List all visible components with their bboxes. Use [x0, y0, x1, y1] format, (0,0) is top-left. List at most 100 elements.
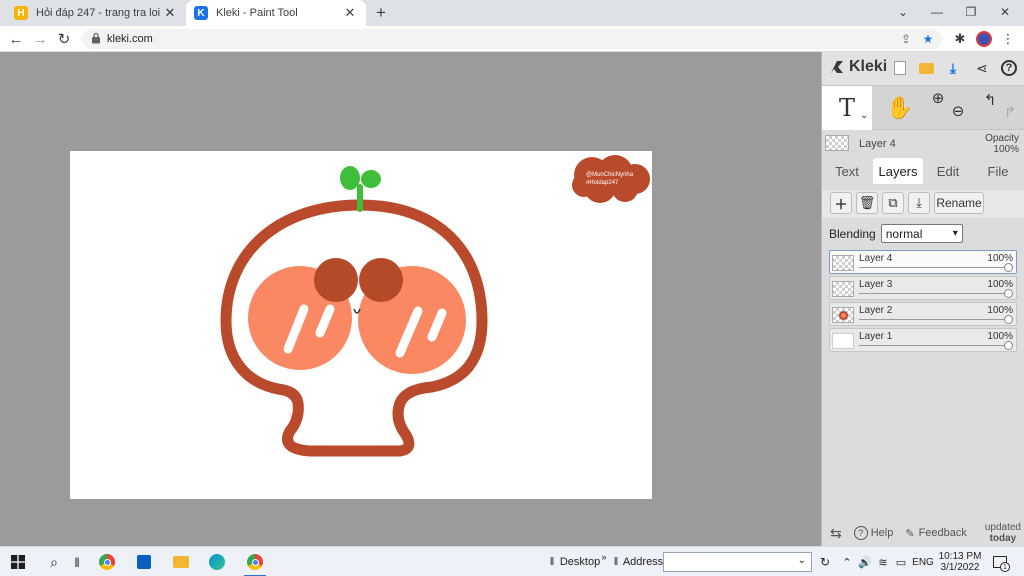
clock[interactable]: 10:13 PM 3/1/2022: [938, 550, 982, 574]
search-icon[interactable]: ⌕: [44, 552, 64, 572]
tab-file[interactable]: File: [977, 158, 1019, 184]
slider-handle[interactable]: [1004, 315, 1013, 324]
duplicate-layer-button[interactable]: ⧉: [882, 192, 904, 214]
kleki-logo[interactable]: Kleki: [828, 58, 887, 76]
layer-item-2[interactable]: Layer 2 100%: [829, 302, 1017, 326]
language-indicator[interactable]: ENG: [912, 552, 934, 572]
menu-icon[interactable]: ⋮: [998, 29, 1018, 49]
canvas-workspace[interactable]: @MunChicNynha #Hoidap247: [0, 52, 821, 546]
tab-kleki[interactable]: K Kleki - Paint Tool ✕: [186, 0, 366, 26]
layer-item-1[interactable]: Layer 1 100%: [829, 328, 1017, 352]
start-button[interactable]: [8, 552, 28, 572]
layer-opacity-slider[interactable]: [859, 267, 1009, 268]
forward-button[interactable]: →: [30, 29, 50, 49]
new-image-icon[interactable]: [890, 58, 910, 78]
current-layer-name: Layer 4: [859, 138, 896, 150]
hand-tool-button[interactable]: ✋: [880, 86, 920, 130]
notification-center-icon[interactable]: 1: [990, 552, 1010, 572]
tab-hoidap[interactable]: H Hỏi đáp 247 - trang tra loi ✕: [6, 0, 186, 26]
panel-tabs: Text Layers Edit File: [822, 158, 1024, 184]
chrome-active-taskbar-icon[interactable]: [240, 552, 270, 576]
layer-item-4[interactable]: Layer 4 100%: [829, 250, 1017, 274]
kleki-logo-icon: [831, 61, 843, 73]
bookmark-star-icon[interactable]: ★: [920, 31, 936, 47]
signature-text: @MunChicNynha #Hoidap247: [586, 171, 633, 187]
layer-opacity-slider[interactable]: [859, 293, 1009, 294]
swap-sides-icon[interactable]: ⇆: [830, 525, 842, 542]
battery-icon[interactable]: ▭: [894, 552, 908, 572]
store-taskbar-icon[interactable]: [133, 552, 155, 572]
wifi-icon[interactable]: ≋: [876, 552, 890, 572]
tab-search-chevron-icon[interactable]: ⌄: [886, 0, 920, 24]
blending-select[interactable]: normal ▾: [880, 224, 963, 243]
delete-layer-button[interactable]: 🗑: [856, 192, 878, 214]
hoidap-favicon-icon: H: [14, 6, 28, 20]
toolbar-overflow-icon[interactable]: »: [600, 547, 608, 567]
kleki-side-panel: Kleki ⤓ ⋖ ? T ⌄ ✋ ⊕ ⊖ ↰ ↱ Layer 4 Opacit…: [821, 52, 1024, 546]
tab-text[interactable]: Text: [826, 158, 868, 184]
share-icon[interactable]: ⇪: [898, 31, 914, 47]
feedback-link[interactable]: ✎ Feedback: [905, 527, 967, 540]
reload-button[interactable]: ↻: [54, 29, 74, 49]
help-link[interactable]: ? Help: [853, 526, 893, 540]
lock-icon: [92, 32, 100, 44]
updated-line-2: today: [989, 533, 1017, 544]
download-icon[interactable]: ⤓: [943, 58, 963, 78]
close-tab-icon[interactable]: ✕: [342, 5, 358, 21]
kleki-logo-text: Kleki: [849, 58, 888, 75]
blending-control: Blending normal ▾: [829, 224, 963, 243]
signature-line-1: @MunChicNynha: [586, 172, 634, 178]
browser-toolbar: ← → ↻ kleki.com ⇪ ★ ✱ ⋮: [0, 26, 1024, 52]
chrome-taskbar-icon[interactable]: [96, 552, 118, 572]
layer-opacity-slider[interactable]: [859, 345, 1009, 346]
rename-layer-button[interactable]: Rename: [934, 192, 984, 214]
desktop-toolbar[interactable]: Desktop: [560, 552, 600, 572]
close-window-button[interactable]: ✕: [988, 0, 1022, 24]
opacity-label: Opacity: [985, 133, 1019, 144]
layer-item-3[interactable]: Layer 3 100%: [829, 276, 1017, 300]
back-button[interactable]: ←: [6, 29, 26, 49]
chevron-down-icon: ▾: [952, 228, 958, 239]
volume-icon[interactable]: 🔊: [858, 552, 872, 572]
drawing-canvas[interactable]: @MunChicNynha #Hoidap247: [70, 151, 652, 499]
layer-opacity-slider[interactable]: [859, 319, 1009, 320]
help-icon[interactable]: ?: [999, 58, 1019, 78]
layer-name: Layer 1: [859, 331, 893, 342]
current-layer-thumbnail: [825, 135, 849, 151]
task-view-icon[interactable]: ‖: [70, 552, 84, 572]
taskbar-address-input[interactable]: ⌄: [663, 552, 812, 572]
zoom-out-icon[interactable]: ⊖: [948, 89, 968, 133]
restore-button[interactable]: ❐: [954, 0, 988, 24]
add-layer-button[interactable]: ＋: [830, 192, 852, 214]
windows-logo-icon: [11, 555, 25, 569]
minimize-button[interactable]: —: [920, 0, 954, 24]
text-tool-button[interactable]: T ⌄: [822, 86, 872, 130]
current-layer-info: Layer 4 Opacity 100%: [822, 130, 1024, 158]
tab-edit[interactable]: Edit: [927, 158, 969, 184]
new-tab-button[interactable]: +: [372, 4, 390, 22]
tab-title: Kleki - Paint Tool: [216, 7, 298, 19]
edge-taskbar-icon[interactable]: [206, 552, 228, 572]
profile-avatar[interactable]: [974, 29, 994, 49]
extensions-icon[interactable]: ✱: [950, 29, 970, 49]
layer-actions: ＋ 🗑 ⧉ ⤓ Rename: [822, 190, 1024, 218]
clock-time: 10:13 PM: [938, 551, 982, 562]
opacity-value: 100%: [993, 144, 1019, 155]
tab-layers[interactable]: Layers: [873, 158, 923, 184]
chevron-down-icon: ⌄: [797, 555, 806, 566]
slider-handle[interactable]: [1004, 341, 1013, 350]
merge-layer-button[interactable]: ⤓: [908, 192, 930, 214]
file-explorer-icon[interactable]: [170, 552, 192, 572]
redo-icon[interactable]: ↱: [1000, 90, 1020, 134]
show-hidden-icons[interactable]: ⌃: [840, 552, 854, 572]
address-bar[interactable]: kleki.com ⇪ ★: [82, 29, 942, 49]
slider-handle[interactable]: [1004, 289, 1013, 298]
url-text: kleki.com: [107, 33, 153, 45]
open-folder-icon[interactable]: [916, 58, 936, 78]
share-icon[interactable]: ⋖: [972, 58, 992, 78]
zoom-in-icon[interactable]: ⊕: [928, 76, 948, 120]
go-refresh-icon[interactable]: ↻: [816, 552, 834, 572]
undo-icon[interactable]: ↰: [980, 78, 1000, 122]
slider-handle[interactable]: [1004, 263, 1013, 272]
close-tab-icon[interactable]: ✕: [162, 5, 178, 21]
